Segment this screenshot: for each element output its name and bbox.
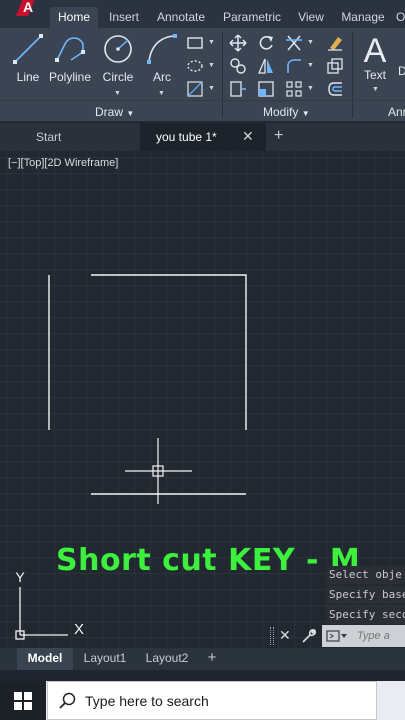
panel-separator — [352, 32, 353, 118]
taskbar-gap — [0, 670, 405, 681]
ribbon-panel: Line Polyline Circle ▼ Arc ▼ ▼ ▼ ▼ ▼ ▼ ▼… — [0, 28, 405, 122]
modify-panel-chevron-down-icon[interactable]: ▼ — [302, 109, 310, 118]
fillet-chevron-down-icon[interactable]: ▼ — [307, 62, 314, 69]
ribbon-tab-bar: A Home Insert Annotate Parametric View M… — [0, 0, 405, 28]
hatch-icon[interactable] — [186, 57, 204, 75]
mirror-icon[interactable] — [257, 57, 275, 75]
circle-tool-button[interactable]: Circle ▼ — [98, 32, 138, 97]
modify-panel-title[interactable]: Modify ▼ — [263, 105, 310, 119]
search-icon — [59, 692, 76, 709]
text-tool-button[interactable]: A Text ▼ — [358, 30, 392, 93]
command-history-line: Select obje — [326, 566, 405, 584]
tab-parametric[interactable]: Parametric — [218, 7, 286, 28]
text-chevron-down-icon[interactable]: ▼ — [372, 86, 379, 93]
command-history-line: Specify seco — [326, 606, 405, 624]
array-chevron-down-icon[interactable]: ▼ — [307, 85, 314, 92]
tab-manage[interactable]: Manage — [336, 7, 390, 28]
wrench-icon[interactable] — [300, 627, 318, 645]
drawn-polyline — [91, 274, 247, 430]
circle-chevron-down-icon[interactable]: ▼ — [114, 90, 121, 97]
explode-icon[interactable] — [326, 57, 344, 75]
copy-icon[interactable] — [229, 57, 247, 75]
command-history-line: Specify base — [326, 586, 405, 604]
offset-icon[interactable] — [326, 80, 344, 98]
arc-chevron-down-icon[interactable]: ▼ — [158, 90, 165, 97]
dimension-tool-partial[interactable]: D — [398, 64, 405, 78]
new-layout-plus-icon[interactable]: + — [203, 648, 221, 670]
svg-text:A: A — [23, 0, 33, 15]
tab-more[interactable]: O — [396, 7, 405, 28]
ucs-x-label: X — [74, 621, 84, 638]
polyline-icon — [55, 37, 85, 62]
trim-icon[interactable] — [285, 34, 303, 52]
command-prompt-icon[interactable] — [326, 630, 348, 642]
windows-start-button[interactable] — [0, 681, 46, 720]
gradient-chevron-down-icon[interactable]: ▼ — [208, 85, 215, 92]
arc-label: Arc — [153, 70, 171, 84]
command-line: ✕ — [270, 625, 405, 647]
tab-home[interactable]: Home — [50, 7, 98, 28]
tab-annotate[interactable]: Annotate — [150, 7, 212, 28]
gradient-icon[interactable] — [186, 80, 204, 98]
layout-tab-bar: Model Layout1 Layout2 + — [0, 648, 405, 670]
tab-layout1[interactable]: Layout1 — [77, 648, 133, 670]
taskbar-search-placeholder: Type here to search — [85, 693, 209, 709]
rotate-icon[interactable] — [257, 34, 275, 52]
svg-text:A: A — [364, 32, 387, 68]
erase-icon[interactable] — [326, 34, 344, 52]
tab-insert[interactable]: Insert — [104, 7, 144, 28]
command-line-grip[interactable] — [270, 627, 274, 645]
file-tab-label: you tube 1* — [156, 130, 217, 144]
ucs-icon — [15, 587, 68, 640]
close-tab-icon[interactable]: ✕ — [242, 128, 254, 145]
autocad-logo-icon[interactable]: A — [14, 0, 38, 18]
ribbon-divider — [0, 100, 405, 101]
ucs-y-label: Y — [15, 569, 25, 585]
stretch-icon[interactable] — [229, 80, 247, 98]
windows-logo-icon — [14, 692, 32, 710]
scale-icon[interactable] — [257, 80, 275, 98]
tab-model[interactable]: Model — [17, 648, 73, 670]
rectangle-chevron-down-icon[interactable]: ▼ — [208, 39, 215, 46]
polyline-tool-button[interactable]: Polyline — [48, 32, 92, 84]
hatch-chevron-down-icon[interactable]: ▼ — [208, 62, 215, 69]
line-icon — [13, 34, 43, 64]
tab-view[interactable]: View — [292, 7, 330, 28]
line-label: Line — [16, 70, 40, 84]
trim-chevron-down-icon[interactable]: ▼ — [307, 39, 314, 46]
array-icon[interactable] — [285, 80, 303, 98]
tab-start[interactable]: Start — [0, 123, 140, 151]
panel-separator — [222, 32, 223, 118]
arc-icon — [147, 34, 177, 64]
file-tab-bar: Start you tube 1* ✕ + — [0, 123, 405, 151]
fillet-icon[interactable] — [285, 57, 303, 75]
draw-panel-chevron-down-icon[interactable]: ▼ — [126, 109, 134, 118]
annotation-panel-title[interactable]: Ann — [388, 105, 405, 119]
tab-layout2[interactable]: Layout2 — [139, 648, 195, 670]
line-tool-button[interactable]: Line — [8, 32, 48, 84]
tab-you-tube-1[interactable]: you tube 1* ✕ — [140, 123, 266, 151]
circle-icon — [104, 35, 132, 63]
arc-tool-button[interactable]: Arc ▼ — [144, 32, 180, 97]
close-command-line-icon[interactable]: ✕ — [279, 627, 291, 644]
rectangle-icon[interactable] — [186, 34, 204, 52]
shortcut-caption: Short cut KEY - M — [56, 543, 361, 578]
circle-label: Circle — [102, 70, 134, 84]
move-icon[interactable] — [229, 34, 247, 52]
draw-panel-title[interactable]: Draw ▼ — [95, 105, 134, 119]
text-label: Text — [363, 68, 386, 82]
polyline-label: Polyline — [48, 70, 92, 84]
text-icon: A — [364, 32, 387, 68]
new-tab-plus-icon[interactable]: + — [274, 123, 292, 151]
